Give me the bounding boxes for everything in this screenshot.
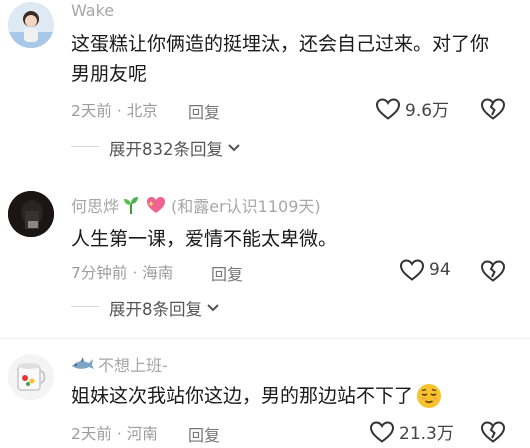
- heart-icon: [369, 420, 395, 443]
- comment-username-row: 何思烨 (和露er认识1109天): [71, 193, 321, 217]
- chevron-down-icon: [228, 144, 240, 152]
- comment-time: 2天前: [71, 425, 112, 443]
- comment-meta: 2天前 · 河南: [71, 422, 158, 444]
- meta-separator: ·: [116, 102, 122, 120]
- dislike-button[interactable]: [480, 97, 506, 125]
- avatar-hesiye[interactable]: [8, 191, 54, 237]
- comment-username-row: 不想上班-: [71, 352, 168, 376]
- meta-separator: ·: [116, 425, 122, 443]
- avatar-wake[interactable]: [8, 2, 54, 48]
- dislike-button[interactable]: [480, 420, 506, 448]
- chevron-down-icon: [207, 304, 219, 312]
- like-button[interactable]: 94: [399, 258, 451, 282]
- comment-time: 2天前: [71, 102, 112, 120]
- expand-label: 展开8条回复: [109, 300, 202, 319]
- broken-heart-icon: [480, 421, 506, 443]
- heart-icon: [399, 259, 425, 281]
- expand-label: 展开832条回复: [109, 140, 223, 159]
- like-count: 94: [429, 260, 451, 280]
- comment-location: 海南: [142, 264, 174, 282]
- comment-text: 姐妹这次我站你这边，男的那边站不下了: [71, 385, 414, 407]
- reply-button[interactable]: 回复: [188, 422, 220, 446]
- expand-line: [71, 146, 99, 147]
- broken-heart-icon: [480, 260, 506, 282]
- heart-icon: [375, 97, 401, 120]
- expand-line: [71, 306, 99, 307]
- reply-button[interactable]: 回复: [211, 261, 243, 285]
- comment-username[interactable]: 不想上班-: [98, 352, 168, 376]
- reply-button[interactable]: 回复: [188, 99, 220, 123]
- comment-username[interactable]: Wake: [71, 1, 114, 20]
- broken-heart-icon: [480, 98, 506, 120]
- sprout-icon: [124, 197, 139, 214]
- expand-replies-button[interactable]: 展开8条回复: [109, 296, 221, 320]
- like-count: 21.3万: [399, 424, 454, 444]
- sparkling-heart-icon: [147, 197, 166, 213]
- like-button[interactable]: 21.3万: [369, 419, 454, 444]
- comment-text: 人生第一课，爱情不能太卑微。: [71, 228, 338, 250]
- comment-text-row: 姐妹这次我站你这边，男的那边站不下了: [71, 381, 511, 411]
- comment-location: 河南: [126, 425, 158, 443]
- expand-replies-button[interactable]: 展开832条回复: [109, 136, 242, 160]
- relationship-badge: (和露er认识1109天): [171, 197, 321, 216]
- dislike-button[interactable]: [480, 259, 506, 287]
- comment-text: 这蛋糕让你俩造的挺埋汰，还会自己过来。对了你男朋友呢: [71, 33, 490, 85]
- meta-separator: ·: [132, 264, 138, 282]
- comment-username[interactable]: 何思烨: [71, 193, 119, 217]
- avatar-buxiangshangban[interactable]: [8, 354, 54, 400]
- like-count: 9.6万: [405, 101, 450, 121]
- relieved-face-icon: [417, 384, 442, 408]
- comment-time: 7分钟前: [71, 264, 128, 282]
- shark-icon: [72, 357, 94, 369]
- comment-location: 北京: [126, 102, 158, 120]
- comment-meta: 2天前 · 北京: [71, 99, 158, 121]
- like-button[interactable]: 9.6万: [375, 96, 449, 121]
- comment-meta: 7分钟前 · 海南: [71, 261, 173, 283]
- section-divider: [0, 338, 530, 339]
